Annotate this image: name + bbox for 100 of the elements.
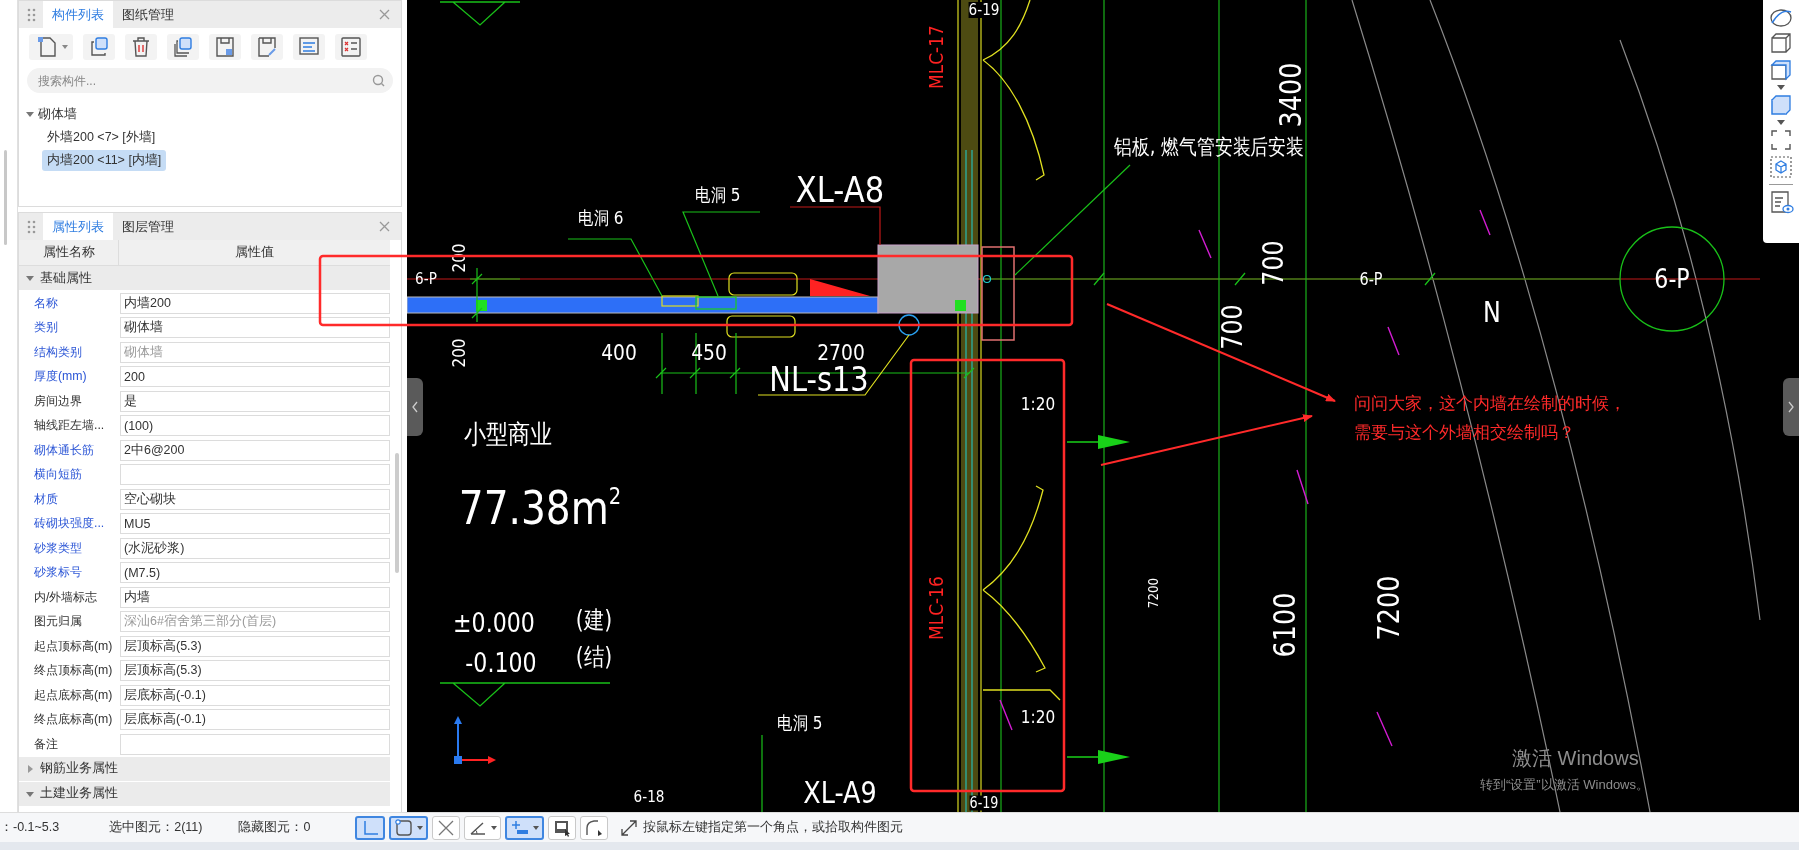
annotation-text: 问问大家，这个内墙在绘制的时候，需要与这个外墙相交绘制吗？ bbox=[1354, 392, 1627, 444]
property-value-field[interactable]: 是 bbox=[120, 390, 390, 412]
search-field[interactable]: 搜索构件... bbox=[27, 68, 393, 93]
property-value-field[interactable]: 2中6@200 bbox=[120, 439, 390, 461]
drawing-label: 6-18 bbox=[633, 789, 665, 805]
save-button[interactable] bbox=[209, 34, 241, 60]
new-button[interactable] bbox=[29, 34, 73, 60]
property-value-field[interactable]: 层底标高(-0.1) bbox=[120, 684, 390, 706]
property-value-field[interactable]: 内墙200 bbox=[120, 292, 390, 314]
drawing-label: 6-19 bbox=[969, 795, 999, 811]
document-eye-icon[interactable] bbox=[1768, 190, 1794, 214]
panel-tab[interactable]: 构件列表 bbox=[43, 1, 113, 28]
orbit-icon[interactable] bbox=[1769, 6, 1793, 28]
drawing-label: 700 bbox=[1219, 304, 1247, 350]
property-value-field[interactable]: 层底标高(-0.1) bbox=[120, 709, 390, 731]
property-value-field[interactable]: (水泥砂浆) bbox=[120, 537, 390, 559]
drawing-label: 电洞 6 bbox=[578, 209, 624, 227]
tree-item[interactable]: 砌体墙 bbox=[38, 105, 77, 123]
scrollbar[interactable] bbox=[4, 150, 7, 245]
drawing-label: 铝板, 燃气管安装后安装 bbox=[1114, 136, 1304, 158]
opening-mark bbox=[695, 296, 737, 310]
drawing-label: XL-A8 bbox=[795, 172, 885, 208]
tree-item[interactable]: 内墙200 <11> [内墙] bbox=[42, 150, 167, 171]
property-name: 材质 bbox=[33, 490, 59, 508]
property-value-field[interactable]: 层顶标高(5.3) bbox=[120, 660, 390, 682]
panel-collapse-handle[interactable] bbox=[407, 378, 423, 436]
list-button[interactable] bbox=[293, 34, 325, 60]
drawing-label: -0.100 bbox=[465, 650, 537, 676]
property-name: 终点顶标高(m) bbox=[33, 662, 114, 680]
property-value-field[interactable]: 层顶标高(5.3) bbox=[120, 635, 390, 657]
group-header[interactable]: 土建业务属性 bbox=[19, 781, 390, 806]
drawing-label: 7200 bbox=[1146, 577, 1160, 609]
property-value-field[interactable]: 空心砌块 bbox=[120, 488, 390, 510]
property-value-field[interactable]: MU5 bbox=[120, 513, 390, 535]
caret-down-icon[interactable] bbox=[25, 273, 35, 283]
angle-toggle[interactable] bbox=[464, 815, 502, 840]
close-icon[interactable] bbox=[378, 220, 391, 233]
caret-right-icon[interactable] bbox=[25, 763, 35, 774]
dimension-toggle[interactable] bbox=[505, 815, 545, 840]
cube-icon[interactable] bbox=[1769, 58, 1793, 82]
drawing-label: N bbox=[1483, 299, 1501, 327]
property-name: 终点底标高(m) bbox=[33, 711, 114, 729]
pick-button[interactable] bbox=[251, 34, 283, 60]
display-toggle[interactable] bbox=[548, 815, 577, 840]
drag-handle-icon[interactable] bbox=[27, 219, 36, 234]
checklist-button[interactable] bbox=[335, 34, 367, 60]
property-value-field[interactable] bbox=[120, 733, 390, 755]
property-value-field[interactable]: 200 bbox=[120, 366, 390, 388]
snap-box-icon bbox=[394, 817, 415, 838]
column-header: 属性值 bbox=[234, 244, 275, 261]
property-name: 横向短筋 bbox=[33, 466, 83, 484]
property-value-field[interactable]: (M7.5) bbox=[120, 562, 390, 584]
property-value-field[interactable]: 内墙 bbox=[120, 586, 390, 608]
drawing-label: 6-P bbox=[1654, 266, 1690, 292]
scrollbar[interactable] bbox=[395, 453, 399, 573]
arc-toggle[interactable] bbox=[580, 815, 609, 840]
status-hint: 按鼠标左键指定第一个角点，或拾取构件图元 bbox=[643, 819, 904, 836]
dropdown-caret-icon bbox=[491, 825, 498, 830]
tree-item[interactable]: 外墙200 <7> [外墙] bbox=[42, 127, 161, 148]
stacked-squares-icon bbox=[171, 35, 195, 59]
elevation-range: ：-0.1~5.3 bbox=[0, 819, 60, 836]
drawing-label: 6-P bbox=[1359, 270, 1383, 288]
grip-point bbox=[476, 300, 487, 311]
drag-handle-icon[interactable] bbox=[27, 7, 36, 22]
section-arrow bbox=[1066, 750, 1130, 764]
property-value-field[interactable]: (100) bbox=[120, 415, 390, 437]
caret-down-icon[interactable] bbox=[1777, 120, 1785, 125]
property-value-field[interactable]: 砌体墙 bbox=[120, 317, 390, 339]
copy-button[interactable] bbox=[83, 34, 115, 60]
group-header[interactable]: 钢筋业务属性 bbox=[19, 756, 390, 781]
drawing-label: 电洞 5 bbox=[695, 186, 741, 204]
drawing-label: 1:20 bbox=[1020, 395, 1056, 413]
hidden-count: 隐藏图元：0 bbox=[238, 819, 311, 836]
close-icon[interactable] bbox=[378, 8, 391, 21]
duplicate-button[interactable] bbox=[167, 34, 199, 60]
drawing-label: 1:20 bbox=[1020, 708, 1056, 726]
panel-collapse-handle[interactable] bbox=[1783, 378, 1799, 436]
3d-cube-icon[interactable] bbox=[1769, 31, 1793, 55]
panel-tab[interactable]: 图纸管理 bbox=[113, 1, 183, 28]
drawing-label: 400 bbox=[601, 342, 637, 364]
drawing-label: MLC-16 bbox=[926, 576, 946, 640]
group-header[interactable]: 基础属性 bbox=[19, 266, 390, 290]
property-name: 砂浆标号 bbox=[33, 564, 83, 582]
delete-button[interactable] bbox=[125, 34, 157, 60]
property-name: 砌体通长筋 bbox=[33, 441, 95, 459]
chevron-left-icon bbox=[411, 401, 419, 413]
drawing-label: 77.38m$^{2}$ bbox=[458, 484, 622, 532]
caret-down-icon[interactable] bbox=[25, 109, 35, 119]
snap-box-toggle[interactable] bbox=[389, 815, 429, 840]
property-value-field[interactable] bbox=[120, 464, 390, 486]
dashed-cube-icon[interactable] bbox=[1769, 155, 1793, 179]
cross-toggle[interactable] bbox=[432, 815, 461, 840]
caret-down-icon[interactable] bbox=[1777, 85, 1785, 90]
ortho-toggle[interactable] bbox=[355, 815, 386, 840]
drawing-label: 6-P bbox=[415, 271, 437, 287]
drawing-label: 700 bbox=[1260, 240, 1288, 286]
panel-tab[interactable]: 属性列表 bbox=[43, 213, 113, 240]
node-circle bbox=[898, 314, 920, 336]
panel-tab[interactable]: 图层管理 bbox=[113, 213, 183, 240]
drawing-label: 电洞 5 bbox=[777, 714, 823, 732]
